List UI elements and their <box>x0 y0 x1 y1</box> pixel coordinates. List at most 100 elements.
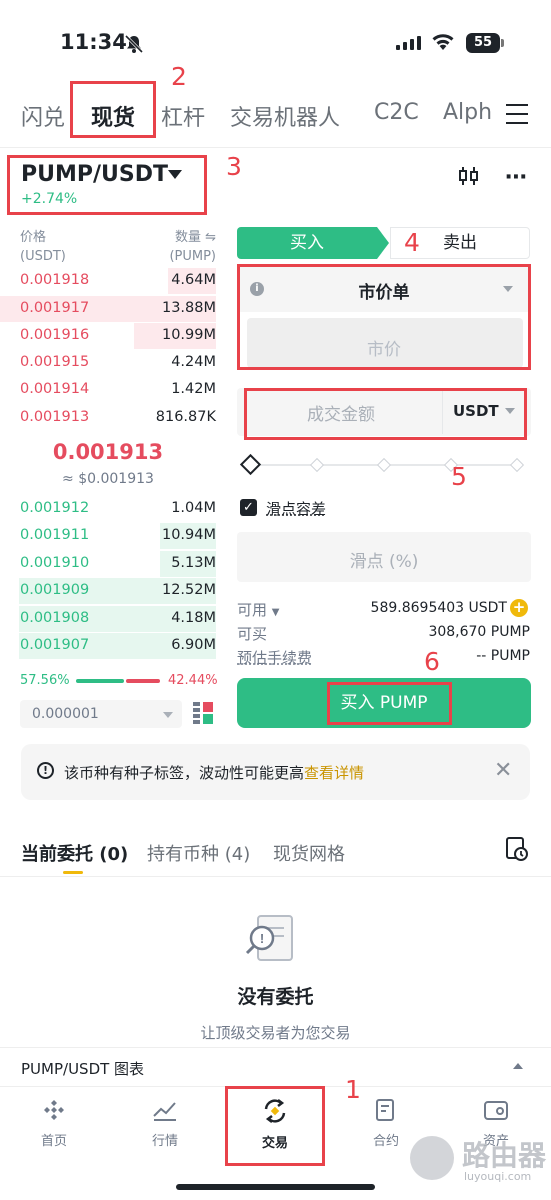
watermark-text: 路由器 <box>462 1139 547 1172</box>
buy-ratio-bar <box>76 679 124 683</box>
tab-trading-bots[interactable]: 交易机器人 <box>230 100 340 132</box>
ask-price: 0.001914 <box>20 381 90 397</box>
bid-quantity: 1.04M <box>171 500 216 516</box>
tab-margin[interactable]: 杠杆 <box>161 100 205 132</box>
annotation-box-buy <box>327 682 452 725</box>
tab-alpha[interactable]: Alph <box>443 100 493 125</box>
alert-icon: ! <box>37 762 54 779</box>
bottom-nav-futures[interactable]: 合约 <box>346 1098 426 1149</box>
ask-quantity: 4.24M <box>171 354 216 370</box>
ask-quantity: 816.87K <box>155 409 216 425</box>
ask-row[interactable]: 0.001913 816.87K <box>0 405 216 431</box>
bid-quantity: 6.90M <box>171 637 216 653</box>
futures-doc-icon <box>376 1099 394 1121</box>
caret-down-icon <box>163 712 173 718</box>
annotation-number: 2 <box>171 62 187 91</box>
tab-open-orders[interactable]: 当前委托 (0) <box>21 840 128 866</box>
markets-chart-icon <box>153 1102 176 1121</box>
ask-row[interactable]: 0.001918 4.64M <box>0 268 216 294</box>
add-funds-icon[interactable]: + <box>510 599 528 617</box>
close-icon[interactable]: ✕ <box>494 758 512 783</box>
ask-row[interactable]: 0.001915 4.24M <box>0 350 216 376</box>
candlestick-chart-icon[interactable] <box>458 165 480 187</box>
available-label[interactable]: 可用 ▼ <box>237 599 280 620</box>
bid-price: 0.001910 <box>20 555 90 571</box>
bid-quantity: 5.13M <box>171 555 216 571</box>
ask-quantity: 1.42M <box>171 381 216 397</box>
orderbook-layout-icon[interactable] <box>192 701 214 725</box>
annotation-number: 6 <box>424 647 440 676</box>
annotation-box-pair <box>7 155 207 215</box>
slider-stop-50[interactable] <box>376 457 392 473</box>
svg-text:!: ! <box>260 931 264 946</box>
notice-text: 该币种有种子标签，波动性可能更高查看详情 <box>64 764 365 782</box>
chart-bar-label[interactable]: PUMP/USDT 图表 <box>21 1058 144 1079</box>
slider-stop-25[interactable] <box>309 457 325 473</box>
ask-price: 0.001913 <box>20 409 90 425</box>
slippage-placeholder: 滑点 (%) <box>349 552 419 572</box>
notice-details-link[interactable]: 查看详情 <box>304 764 364 782</box>
bid-price: 0.001907 <box>20 637 90 653</box>
ask-price: 0.001916 <box>20 327 90 343</box>
bid-row[interactable]: 0.001909 12.52M <box>0 578 216 604</box>
tab-convert[interactable]: 闪兑 <box>21 100 65 132</box>
watermark-router-icon <box>410 1136 454 1180</box>
bottom-nav-home[interactable]: 首页 <box>14 1098 94 1149</box>
slippage-checkbox[interactable]: ✓ <box>240 499 257 516</box>
home-icon <box>44 1100 64 1120</box>
cellular-signal-icon <box>396 36 421 50</box>
buy-ratio: 57.56% <box>20 673 70 688</box>
bid-quantity: 12.52M <box>161 582 216 598</box>
annotation-box-order-type <box>237 264 531 370</box>
annotation-number: 4 <box>404 228 420 257</box>
ask-price: 0.001917 <box>20 300 90 316</box>
hamburger-menu-icon[interactable] <box>506 104 528 126</box>
ask-row[interactable]: 0.001917 13.88M <box>0 296 216 322</box>
ask-price: 0.001915 <box>20 354 90 370</box>
tab-holdings[interactable]: 持有币种 (4) <box>147 840 250 866</box>
annotation-box-spot <box>70 81 156 138</box>
bid-price: 0.001911 <box>20 527 90 543</box>
battery-cap <box>501 39 504 47</box>
precision-value: 0.000001 <box>32 706 99 722</box>
ask-quantity: 13.88M <box>161 300 216 316</box>
can-buy-label: 可买 <box>237 625 268 643</box>
tab-c2c[interactable]: C2C <box>374 100 419 125</box>
bid-row[interactable]: 0.001907 6.90M <box>0 633 216 659</box>
annotation-number: 1 <box>345 1075 361 1104</box>
more-options-icon[interactable]: ⋯ <box>505 165 528 190</box>
empty-state-subtitle[interactable]: 让顶级交易者为您交易 <box>0 1022 551 1043</box>
bid-row[interactable]: 0.001910 5.13M <box>0 551 216 577</box>
fee-value: -- PUMP <box>476 648 530 664</box>
slider-thumb[interactable] <box>239 453 262 476</box>
buy-tab[interactable]: 买入 <box>237 227 377 259</box>
slippage-label[interactable]: 滑点容差 <box>266 498 326 519</box>
last-price-usd: ≈ $0.001913 <box>62 471 154 487</box>
can-buy-value: 308,670 PUMP <box>428 624 530 640</box>
home-indicator[interactable] <box>176 1184 375 1190</box>
bid-quantity: 10.94M <box>161 527 216 543</box>
ask-quantity: 4.64M <box>171 272 216 288</box>
quantity-header[interactable]: 数量 ⇋ (PUMP) <box>150 228 216 266</box>
order-history-icon[interactable] <box>505 836 529 862</box>
bid-row[interactable]: 0.001912 1.04M <box>0 496 216 522</box>
fee-label[interactable]: 预估手续费 <box>237 647 312 668</box>
status-time: 11:34 <box>60 30 127 54</box>
ask-row[interactable]: 0.001916 10.99M <box>0 323 216 349</box>
divider <box>0 876 551 877</box>
bottom-nav-markets[interactable]: 行情 <box>125 1098 205 1149</box>
battery-icon: 55 <box>466 33 500 53</box>
sell-ratio: 42.44% <box>168 673 218 688</box>
slider-stop-100[interactable] <box>509 457 525 473</box>
annotation-box-trade-nav <box>225 1086 325 1166</box>
caret-up-icon[interactable] <box>513 1063 523 1069</box>
no-orders-icon: ! <box>245 915 293 961</box>
bid-row[interactable]: 0.001908 4.18M <box>0 606 216 632</box>
tab-spot-grid[interactable]: 现货网格 <box>273 840 345 866</box>
divider <box>0 1047 551 1048</box>
ask-quantity: 10.99M <box>161 327 216 343</box>
ask-row[interactable]: 0.001914 1.42M <box>0 377 216 403</box>
last-price: 0.001913 <box>52 440 164 464</box>
bid-row[interactable]: 0.001911 10.94M <box>0 523 216 549</box>
bid-price: 0.001909 <box>20 582 90 598</box>
